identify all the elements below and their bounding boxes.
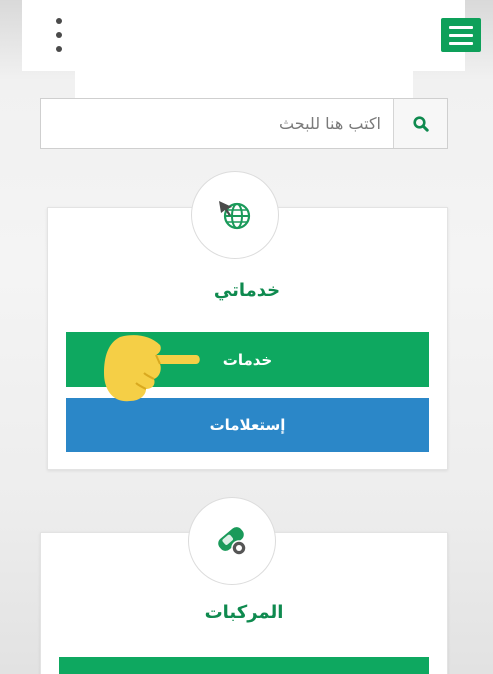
my-services-title: خدماتي: [213, 280, 281, 301]
vehicle-settings-icon: [188, 497, 276, 585]
inquiries-button[interactable]: إستعلامات: [66, 398, 429, 452]
vehicles-button[interactable]: [59, 657, 429, 674]
globe-cursor-icon: [191, 171, 279, 259]
search-input[interactable]: [41, 99, 393, 148]
search-bar: [40, 98, 448, 149]
search-button[interactable]: [393, 99, 447, 148]
search-icon: [412, 115, 429, 132]
header-blank-area: [75, 0, 413, 100]
hamburger-menu-icon[interactable]: [441, 18, 481, 52]
kebab-more-icon[interactable]: [52, 18, 66, 52]
vehicles-title: المركبات: [204, 602, 284, 623]
pointing-hand-icon: [104, 335, 200, 402]
